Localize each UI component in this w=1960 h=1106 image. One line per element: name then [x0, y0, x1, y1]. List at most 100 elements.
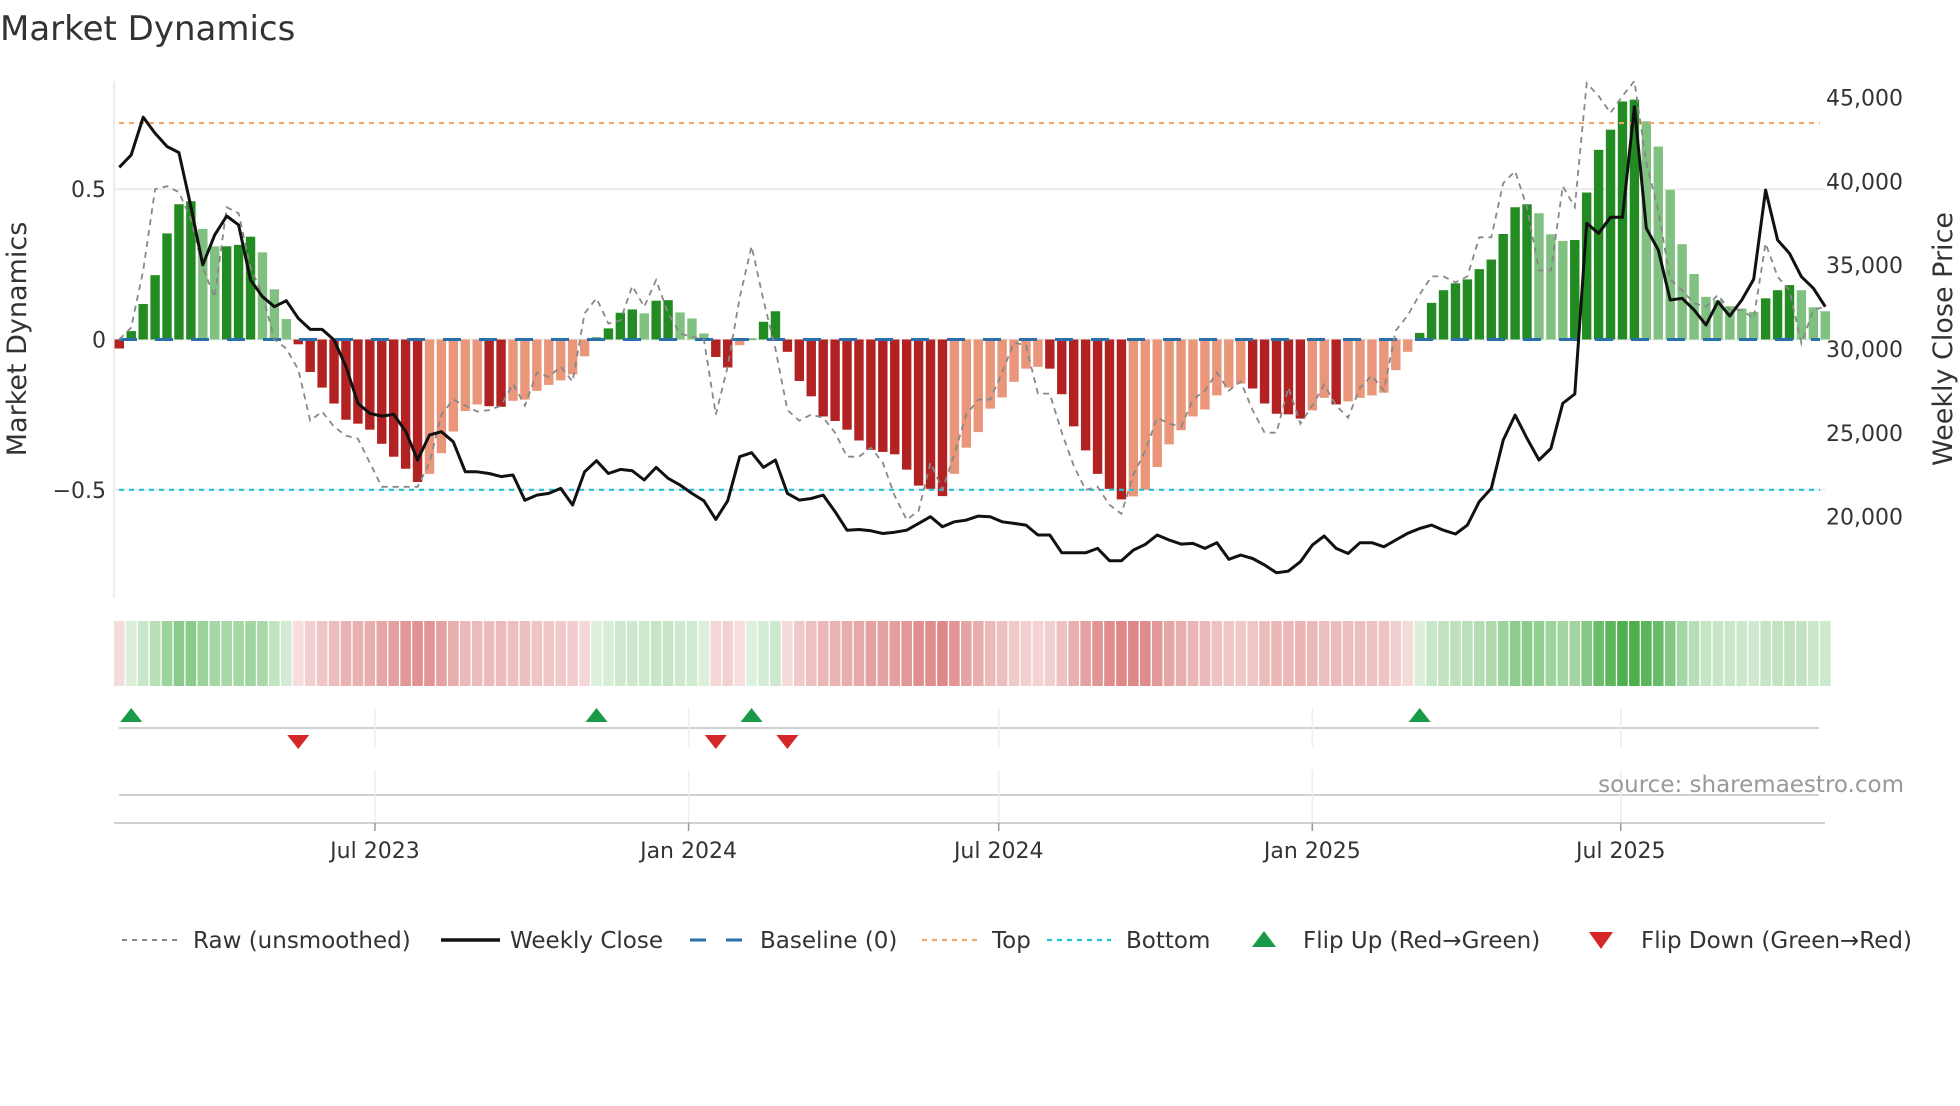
dynamics-bar — [1033, 339, 1043, 367]
heatmap-cell — [1223, 621, 1235, 686]
y2-axis-label: Weekly Close Price — [1928, 212, 1959, 466]
heatmap-cell — [1247, 621, 1258, 686]
heatmap-cell — [185, 621, 197, 686]
heatmap-cell — [1318, 621, 1330, 686]
heatmap-cell — [615, 621, 626, 686]
dynamics-bar — [1319, 339, 1329, 398]
heatmap-cell — [662, 621, 674, 686]
dynamics-bar — [1045, 339, 1055, 369]
heatmap-cell — [603, 621, 614, 686]
heatmap-cell — [1509, 621, 1521, 686]
heatmap-cell — [149, 621, 161, 686]
dynamics-bar — [365, 339, 375, 430]
dynamics-bar — [1617, 101, 1628, 340]
dynamics-bar — [579, 339, 590, 357]
heatmap-cell — [316, 621, 328, 686]
heatmap-cell — [1772, 621, 1783, 686]
heatmap-cell — [114, 621, 125, 686]
dynamics-bar — [317, 339, 327, 388]
legend-label: Top — [991, 928, 1031, 954]
heatmap-cell — [1366, 621, 1378, 686]
heatmap-cell — [1104, 621, 1115, 686]
dynamics-bar — [1331, 339, 1341, 405]
dynamics-bar — [1605, 129, 1616, 340]
dynamics-bar — [1212, 339, 1222, 396]
dynamics-bar — [806, 339, 816, 397]
legend-label: Raw (unsmoothed) — [193, 928, 411, 954]
heatmap-cell — [770, 621, 781, 686]
heatmap-cell — [1390, 621, 1402, 686]
heatmap-cell — [937, 621, 948, 686]
heatmap-cell — [1736, 621, 1748, 686]
dynamics-bar — [138, 304, 148, 340]
heatmap-cell — [459, 621, 471, 686]
dynamics-bar — [961, 339, 972, 448]
dynamics-bar — [866, 339, 876, 450]
dynamics-bar — [1534, 213, 1544, 340]
dynamics-bar — [1820, 311, 1830, 340]
legend-item-top: Top — [922, 928, 1031, 954]
dynamics-bar — [1426, 302, 1437, 340]
dynamics-bar — [1092, 339, 1103, 474]
heatmap-cell — [1378, 621, 1390, 686]
y-tick-label: 0 — [92, 329, 106, 354]
dynamics-bar — [1259, 339, 1270, 404]
heatmap-cell — [794, 621, 805, 686]
dynamics-bar — [1176, 339, 1186, 431]
x-tick-label: Jan 2025 — [1262, 839, 1361, 864]
heatmap-cell — [1056, 621, 1068, 686]
heatmap-cell — [137, 621, 149, 686]
dynamics-bar — [1474, 269, 1485, 340]
heatmap-cell — [841, 621, 853, 686]
heatmap-cell — [257, 621, 268, 686]
dynamics-bar — [1510, 207, 1520, 340]
heatmap-cell — [961, 621, 972, 686]
heatmap-cell — [245, 621, 256, 686]
dynamics-bar — [174, 204, 184, 340]
heatmap-cell — [1139, 621, 1151, 686]
flip-down-icon — [1589, 932, 1613, 949]
dynamics-bar — [1367, 339, 1377, 396]
dynamics-bar — [1140, 339, 1150, 490]
heatmap-cell — [1295, 621, 1306, 686]
dynamics-bar — [758, 321, 769, 340]
heatmap-cell — [292, 621, 304, 686]
heatmap-cell — [1497, 621, 1509, 686]
heatmap-cell — [1020, 621, 1032, 686]
dynamics-bar — [567, 339, 578, 375]
heatmap-cell — [424, 621, 435, 686]
heatmap-cell — [1641, 621, 1652, 686]
dynamics-bar — [782, 339, 793, 352]
heatmap-cell — [972, 621, 984, 686]
heatmap-cell — [1485, 621, 1497, 686]
dynamics-bar — [1391, 339, 1401, 371]
y-tick-label: −0.5 — [53, 479, 106, 504]
dynamics-bar — [377, 339, 387, 444]
dynamics-bar — [973, 339, 983, 433]
heatmap-cell — [328, 621, 340, 686]
heatmap-cell — [1748, 621, 1760, 686]
flip-down-marker — [704, 735, 727, 749]
dynamics-bar — [353, 339, 363, 424]
heatmap-cell — [543, 621, 555, 686]
heatmap-cell — [638, 621, 650, 686]
y2-tick-label: 35,000 — [1826, 254, 1903, 279]
heatmap-cell — [746, 621, 757, 686]
x-tick-label: Jul 2024 — [952, 839, 1044, 864]
heatmap-cell — [782, 621, 793, 686]
dynamics-bar — [925, 339, 936, 489]
dynamics-bar — [1772, 290, 1783, 340]
y2-tick-label: 30,000 — [1826, 338, 1903, 363]
flip-up-marker — [120, 708, 143, 722]
heatmap-cell — [805, 621, 817, 686]
x-tick-label: Jul 2023 — [328, 839, 420, 864]
dynamics-bar — [1080, 339, 1091, 451]
dynamics-bar — [233, 244, 244, 340]
heatmap-cell — [555, 621, 567, 686]
dynamics-bar — [162, 233, 172, 340]
dynamics-bar — [221, 246, 232, 340]
heatmap-cell — [1617, 621, 1628, 686]
raw-unsmoothed-line — [118, 78, 1826, 522]
dynamics-bar — [937, 339, 948, 497]
dynamics-bar — [639, 313, 649, 340]
